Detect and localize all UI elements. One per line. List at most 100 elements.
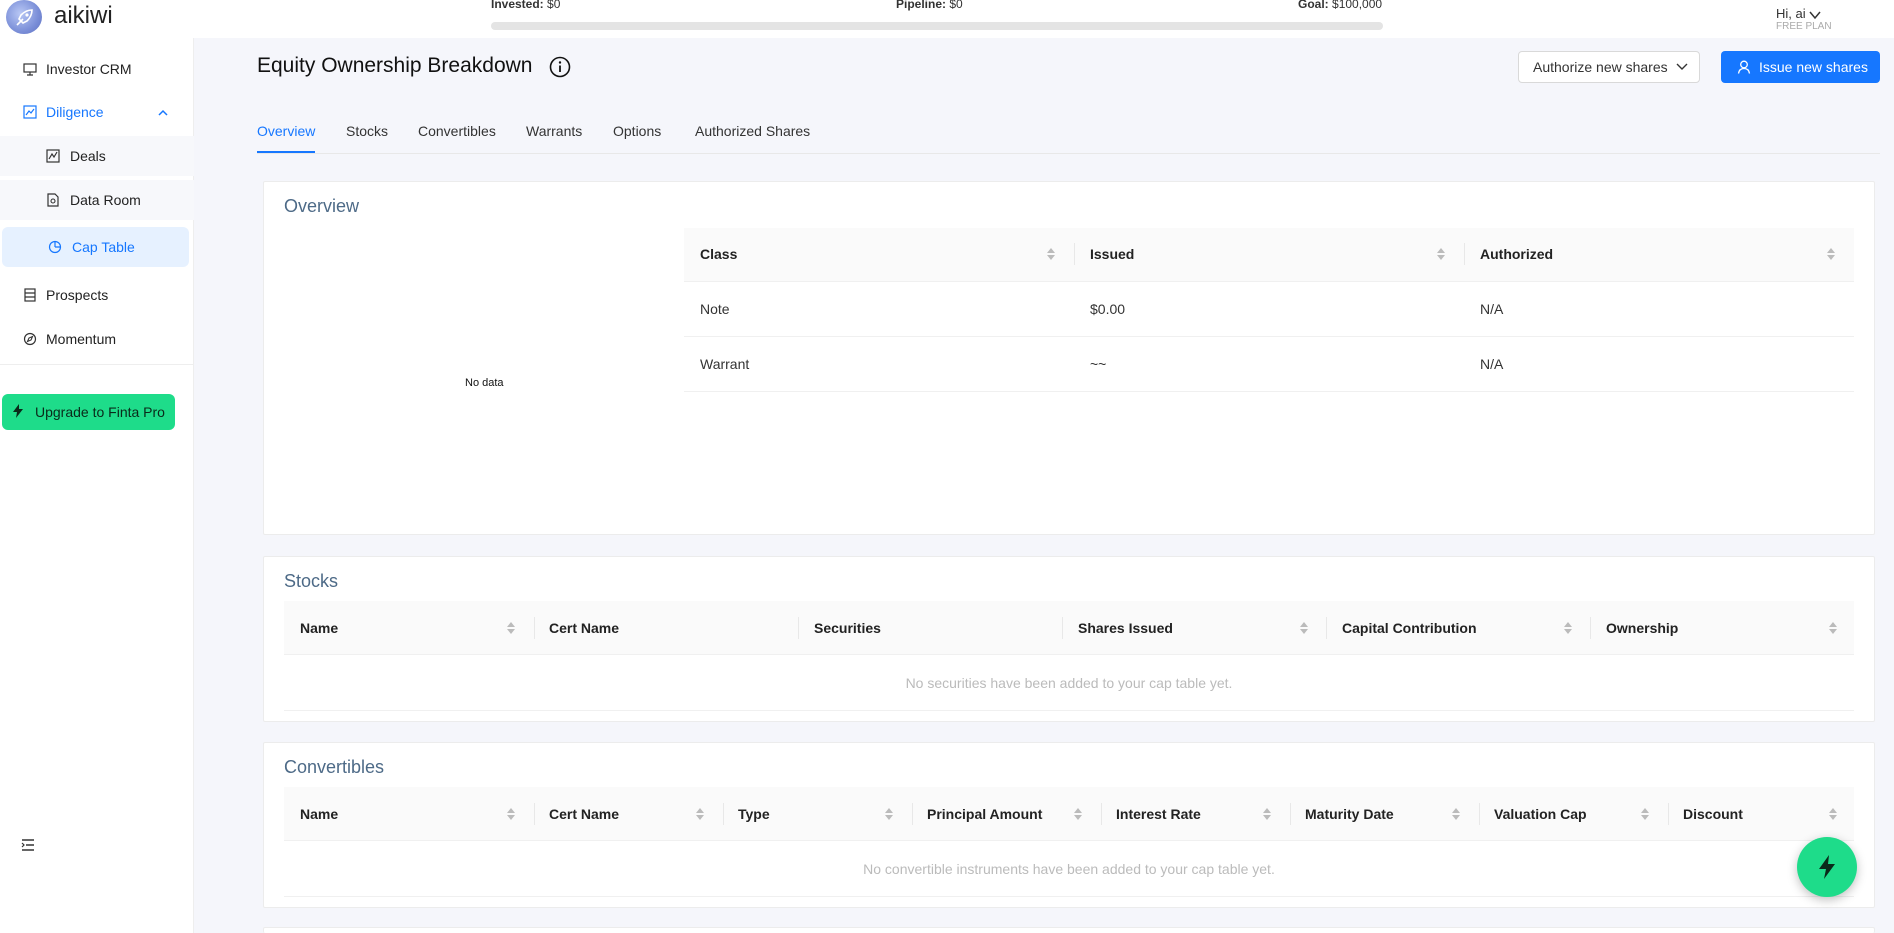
column-divider — [1062, 617, 1063, 639]
column-header-interest-rate[interactable]: Interest Rate — [1116, 806, 1201, 822]
sidebar-item-prospects[interactable]: Prospects — [0, 275, 194, 315]
tab-overview[interactable]: Overview — [257, 123, 315, 139]
upgrade-button[interactable]: Upgrade to Finta Pro — [2, 394, 175, 430]
tab-convertibles[interactable]: Convertibles — [418, 123, 496, 139]
column-divider — [1326, 617, 1327, 639]
column-header-authorized[interactable]: Authorized — [1480, 246, 1553, 262]
goal-value: $100,000 — [1332, 0, 1383, 11]
column-header-name[interactable]: Name — [300, 806, 338, 822]
row-divider — [284, 896, 1854, 897]
tab-stocks[interactable]: Stocks — [346, 123, 388, 139]
user-icon — [1737, 60, 1751, 74]
sort-icon[interactable] — [1640, 807, 1650, 821]
row-divider — [684, 391, 1854, 392]
column-header-cert-name: Cert Name — [549, 620, 620, 636]
column-header-class[interactable]: Class — [700, 246, 737, 262]
pipeline-label: Pipeline: — [896, 0, 947, 11]
sidebar-item-data-room[interactable]: Data Room — [0, 180, 194, 220]
sort-icon[interactable] — [1262, 807, 1272, 821]
authorize-label: Authorize new shares — [1533, 59, 1668, 75]
stocks-title: Stocks — [284, 571, 339, 591]
chevron-down-icon — [1676, 63, 1688, 70]
sidebar-item-momentum[interactable]: Momentum — [0, 319, 194, 359]
top-bar: aikiwi Invested: $0 Pipeline: $0 Goal: $… — [0, 0, 1894, 38]
column-divider — [534, 617, 535, 639]
pipeline-value: $0 — [949, 0, 963, 11]
column-divider — [1479, 803, 1480, 825]
sort-icon[interactable] — [884, 807, 894, 821]
column-header-name[interactable]: Name — [300, 620, 338, 636]
invested-label: Invested: — [491, 0, 544, 11]
sort-icon[interactable] — [1073, 807, 1083, 821]
quick-action-button[interactable] — [1797, 837, 1857, 897]
line-chart-icon — [22, 104, 38, 120]
column-header-securities: Securities — [814, 620, 881, 636]
sidebar-item-label: Diligence — [46, 104, 104, 120]
user-menu[interactable]: Hi, ai — [1776, 6, 1821, 21]
column-header-principal-amount[interactable]: Principal Amount — [927, 806, 1042, 822]
sidebar-item-investor-crm[interactable]: Investor CRM — [0, 49, 194, 89]
table-cell-issued: ~~ — [1090, 356, 1107, 372]
logo-icon[interactable] — [6, 0, 42, 34]
column-header-valuation-cap[interactable]: Valuation Cap — [1494, 806, 1587, 822]
lightning-icon — [1819, 855, 1835, 879]
column-divider — [723, 803, 724, 825]
chevron-up-icon — [158, 104, 168, 120]
tab-authorized-shares[interactable]: Authorized Shares — [695, 123, 810, 139]
table-cell-issued: $0.00 — [1090, 301, 1126, 317]
table-cell-authorized: N/A — [1480, 301, 1504, 317]
sort-icon[interactable] — [1828, 621, 1838, 635]
lightning-icon — [12, 404, 24, 421]
overview-table-header — [684, 228, 1854, 282]
column-divider — [1074, 243, 1075, 265]
column-header-type[interactable]: Type — [738, 806, 770, 822]
column-header-capital-contribution[interactable]: Capital Contribution — [1342, 620, 1477, 636]
sidebar-item-deals[interactable]: Deals — [0, 136, 194, 176]
row-divider — [684, 336, 1854, 337]
sort-icon[interactable] — [1436, 247, 1446, 261]
column-divider — [798, 617, 799, 639]
row-divider — [284, 710, 1854, 711]
sort-icon[interactable] — [506, 621, 516, 635]
column-divider — [1101, 803, 1102, 825]
menu-collapse-icon[interactable] — [21, 838, 35, 856]
column-header-discount[interactable]: Discount — [1683, 806, 1743, 822]
brand-name: aikiwi — [54, 2, 113, 29]
column-header-issued[interactable]: Issued — [1090, 246, 1134, 262]
column-header-shares-issued[interactable]: Shares Issued — [1078, 620, 1173, 636]
goal-label: Goal: — [1298, 0, 1329, 11]
tab-options[interactable]: Options — [613, 123, 661, 139]
active-tab-indicator — [257, 151, 315, 153]
info-icon[interactable] — [549, 56, 571, 83]
sidebar-item-cap-table[interactable]: Cap Table — [2, 227, 189, 267]
file-search-icon — [45, 192, 61, 208]
column-header-cert-name[interactable]: Cert Name — [549, 806, 619, 822]
sidebar-item-diligence[interactable]: Diligence — [0, 92, 194, 132]
stock-chart-icon — [45, 148, 61, 164]
page-title: Equity Ownership Breakdown — [257, 54, 533, 77]
authorize-new-shares-button[interactable]: Authorize new shares — [1518, 51, 1700, 83]
convertibles-table-header — [284, 787, 1854, 841]
column-header-maturity-date[interactable]: Maturity Date — [1305, 806, 1394, 822]
column-divider — [534, 803, 535, 825]
user-greeting: Hi, ai — [1776, 6, 1806, 21]
sort-icon[interactable] — [1828, 807, 1838, 821]
sort-icon[interactable] — [1451, 807, 1461, 821]
sort-icon[interactable] — [1826, 247, 1836, 261]
sort-icon[interactable] — [695, 807, 705, 821]
overview-title: Overview — [284, 196, 360, 216]
sort-icon[interactable] — [1299, 621, 1309, 635]
column-header-ownership[interactable]: Ownership — [1606, 620, 1678, 636]
issue-new-shares-button[interactable]: Issue new shares — [1721, 51, 1880, 83]
monitor-icon — [22, 61, 38, 77]
column-divider — [1590, 617, 1591, 639]
table-cell-class: Warrant — [700, 356, 750, 372]
tab-warrants[interactable]: Warrants — [526, 123, 582, 139]
sort-icon[interactable] — [1563, 621, 1573, 635]
sort-icon[interactable] — [506, 807, 516, 821]
sort-icon[interactable] — [1046, 247, 1056, 261]
stocks-empty-message: No securities have been added to your ca… — [905, 675, 1233, 691]
goal-stat: Goal: $100,000 — [1298, 0, 1382, 11]
invested-value: $0 — [547, 0, 561, 11]
plan-label: FREE PLAN — [1776, 21, 1832, 32]
